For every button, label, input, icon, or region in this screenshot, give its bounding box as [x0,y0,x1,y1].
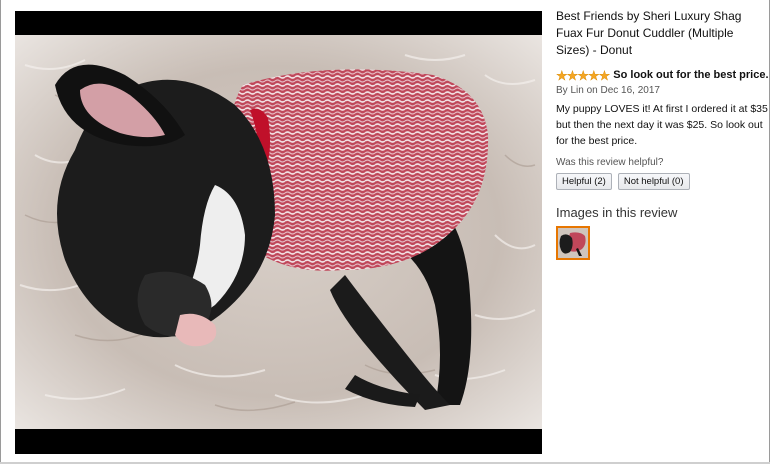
review-byline: By Lin on Dec 16, 2017 [556,85,660,96]
review-panel: Best Friends by Sheri Luxury Shag Fuax F… [556,8,769,260]
window-border-left [0,0,1,464]
review-image-thumbnail[interactable] [556,226,590,260]
star-icon: ★ [598,67,611,83]
product-title[interactable]: Best Friends by Sheri Luxury Shag Fuax F… [556,8,768,59]
images-section-heading: Images in this review [556,205,678,220]
star-rating: ★ ★ ★ ★ ★ [556,67,611,83]
review-header: ★ ★ ★ ★ ★ So look out for the best price… [556,67,769,83]
review-headline: So look out for the best price. [613,69,769,81]
review-photo[interactable] [15,35,542,429]
review-body: My puppy LOVES it! At first I ordered it… [556,103,768,147]
helpful-buttons: Helpful (2) Not helpful (0) [556,173,768,190]
not-helpful-button[interactable]: Not helpful (0) [617,173,690,190]
helpful-question: Was this review helpful? [556,157,664,168]
image-viewer [15,11,542,454]
helpful-button[interactable]: Helpful (2) [556,173,612,190]
